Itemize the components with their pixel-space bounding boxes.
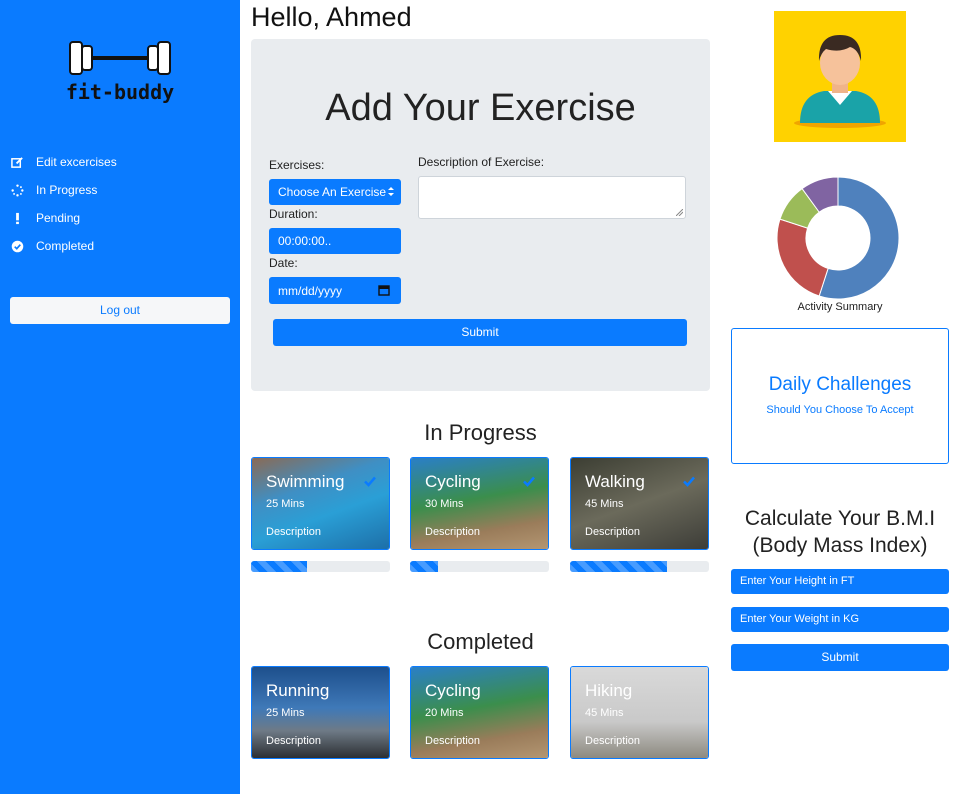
sidebar-item-edit-exercises[interactable]: Edit excercises (0, 148, 240, 176)
card-description: Description (266, 526, 322, 538)
card-name: Swimming (266, 472, 345, 491)
logo: fit-buddy (60, 36, 180, 108)
weight-input[interactable]: Enter Your Weight in KG (731, 607, 949, 632)
in-progress-title: In Progress (424, 420, 537, 445)
duration-label: Duration: (269, 207, 318, 221)
sidebar-item-completed[interactable]: Completed (0, 232, 240, 260)
height-input[interactable]: Enter Your Height in FT (731, 569, 949, 594)
app-root: fit-buddy Edit excercises In Progress Pe… (0, 0, 960, 794)
exercise-select-value: Choose An Exercise (278, 185, 387, 199)
card-name: Running (266, 681, 330, 700)
completed-title: Completed (427, 629, 534, 654)
card-duration: 30 Mins (425, 498, 464, 510)
exercise-card-cycling-completed[interactable]: Cycling 20 Mins Description (410, 666, 549, 759)
logout-button[interactable]: Log out (10, 297, 230, 324)
sidebar-item-in-progress[interactable]: In Progress (0, 176, 240, 204)
greeting: Hello, Ahmed (251, 2, 412, 32)
submit-exercise-button[interactable]: Submit (273, 319, 687, 346)
user-avatar-icon (794, 35, 886, 128)
date-value: mm/dd/yyyy (278, 283, 343, 298)
bmi-title-line1: Calculate Your B.M.I (744, 507, 936, 530)
description-label: Description of Exercise: (418, 155, 545, 169)
progress-fill (410, 561, 438, 572)
card-description: Description (425, 735, 481, 747)
sidebar-nav: Edit excercises In Progress Pending Comp… (0, 148, 240, 260)
card-duration: 20 Mins (425, 707, 464, 719)
duration-value: 00:00:00.. (278, 234, 332, 248)
sidebar-item-label: Edit excercises (36, 155, 117, 169)
description-textarea[interactable] (418, 176, 686, 219)
duration-input[interactable]: 00:00:00.. (269, 228, 401, 254)
form-title: Add Your Exercise (325, 87, 636, 129)
donut-segment-1 (776, 218, 829, 297)
card-duration: 45 Mins (585, 707, 624, 719)
spinner-icon (10, 183, 24, 197)
bmi-submit-button[interactable]: Submit (731, 644, 949, 671)
bmi-title-line2: (Body Mass Index) (752, 534, 928, 557)
progress-fill (251, 561, 307, 572)
exercise-card-hiking[interactable]: Hiking 45 Mins Description (570, 666, 709, 759)
exercise-card-walking[interactable]: Walking 45 Mins Description (570, 457, 709, 550)
edit-icon (10, 155, 24, 169)
card-description: Description (425, 526, 481, 538)
progress-bar-walking (570, 561, 709, 572)
progress-bar-cycling (410, 561, 549, 572)
sidebar-item-pending[interactable]: Pending (0, 204, 240, 232)
card-duration: 45 Mins (585, 498, 624, 510)
card-description: Description (585, 526, 641, 538)
exercise-card-running[interactable]: Running 25 Mins Description (251, 666, 390, 759)
progress-bar-swimming (251, 561, 390, 572)
progress-fill (570, 561, 668, 572)
check-icon[interactable] (363, 474, 377, 488)
exercise-card-swimming[interactable]: Swimming 25 Mins Description (251, 457, 390, 550)
dumbbell-icon (69, 41, 171, 75)
exercise-card-cycling[interactable]: Cycling 30 Mins Description (410, 457, 549, 550)
card-name: Cycling (425, 681, 481, 700)
check-circle-icon (10, 239, 24, 253)
calendar-icon[interactable] (378, 284, 390, 299)
check-icon[interactable] (522, 474, 536, 488)
exercises-label: Exercises: (269, 158, 325, 172)
add-exercise-form: Add Your Exercise Exercises: Choose An E… (251, 39, 710, 391)
resize-handle-icon[interactable] (676, 209, 683, 216)
card-duration: 25 Mins (266, 707, 305, 719)
card-description: Description (266, 735, 322, 747)
daily-challenges-card[interactable]: Daily Challenges Should You Choose To Ac… (731, 328, 949, 464)
activity-summary-chart (776, 176, 900, 300)
date-input[interactable]: mm/dd/yyyy (269, 277, 401, 304)
sidebar-item-label: In Progress (36, 183, 98, 197)
card-name: Cycling (425, 472, 481, 491)
exercise-select[interactable]: Choose An Exercise (269, 179, 401, 205)
sidebar-item-label: Completed (36, 239, 95, 253)
card-name: Walking (585, 472, 645, 491)
sidebar: fit-buddy Edit excercises In Progress Pe… (0, 0, 240, 794)
sidebar-item-label: Pending (36, 211, 81, 225)
activity-summary-label: Activity Summary (797, 301, 883, 313)
select-arrows-icon (388, 186, 394, 200)
card-name: Hiking (585, 681, 633, 700)
date-label: Date: (269, 256, 298, 270)
check-icon[interactable] (682, 474, 696, 488)
card-description: Description (585, 735, 641, 747)
logo-text: fit-buddy (65, 80, 175, 104)
exclamation-icon (10, 211, 24, 225)
bmi-title: Calculate Your B.M.I (Body Mass Index) (731, 505, 949, 559)
daily-challenges-title: Daily Challenges (768, 374, 912, 395)
daily-challenges-subtitle: Should You Choose To Accept (766, 404, 914, 416)
avatar[interactable] (774, 11, 906, 142)
card-duration: 25 Mins (266, 498, 305, 510)
